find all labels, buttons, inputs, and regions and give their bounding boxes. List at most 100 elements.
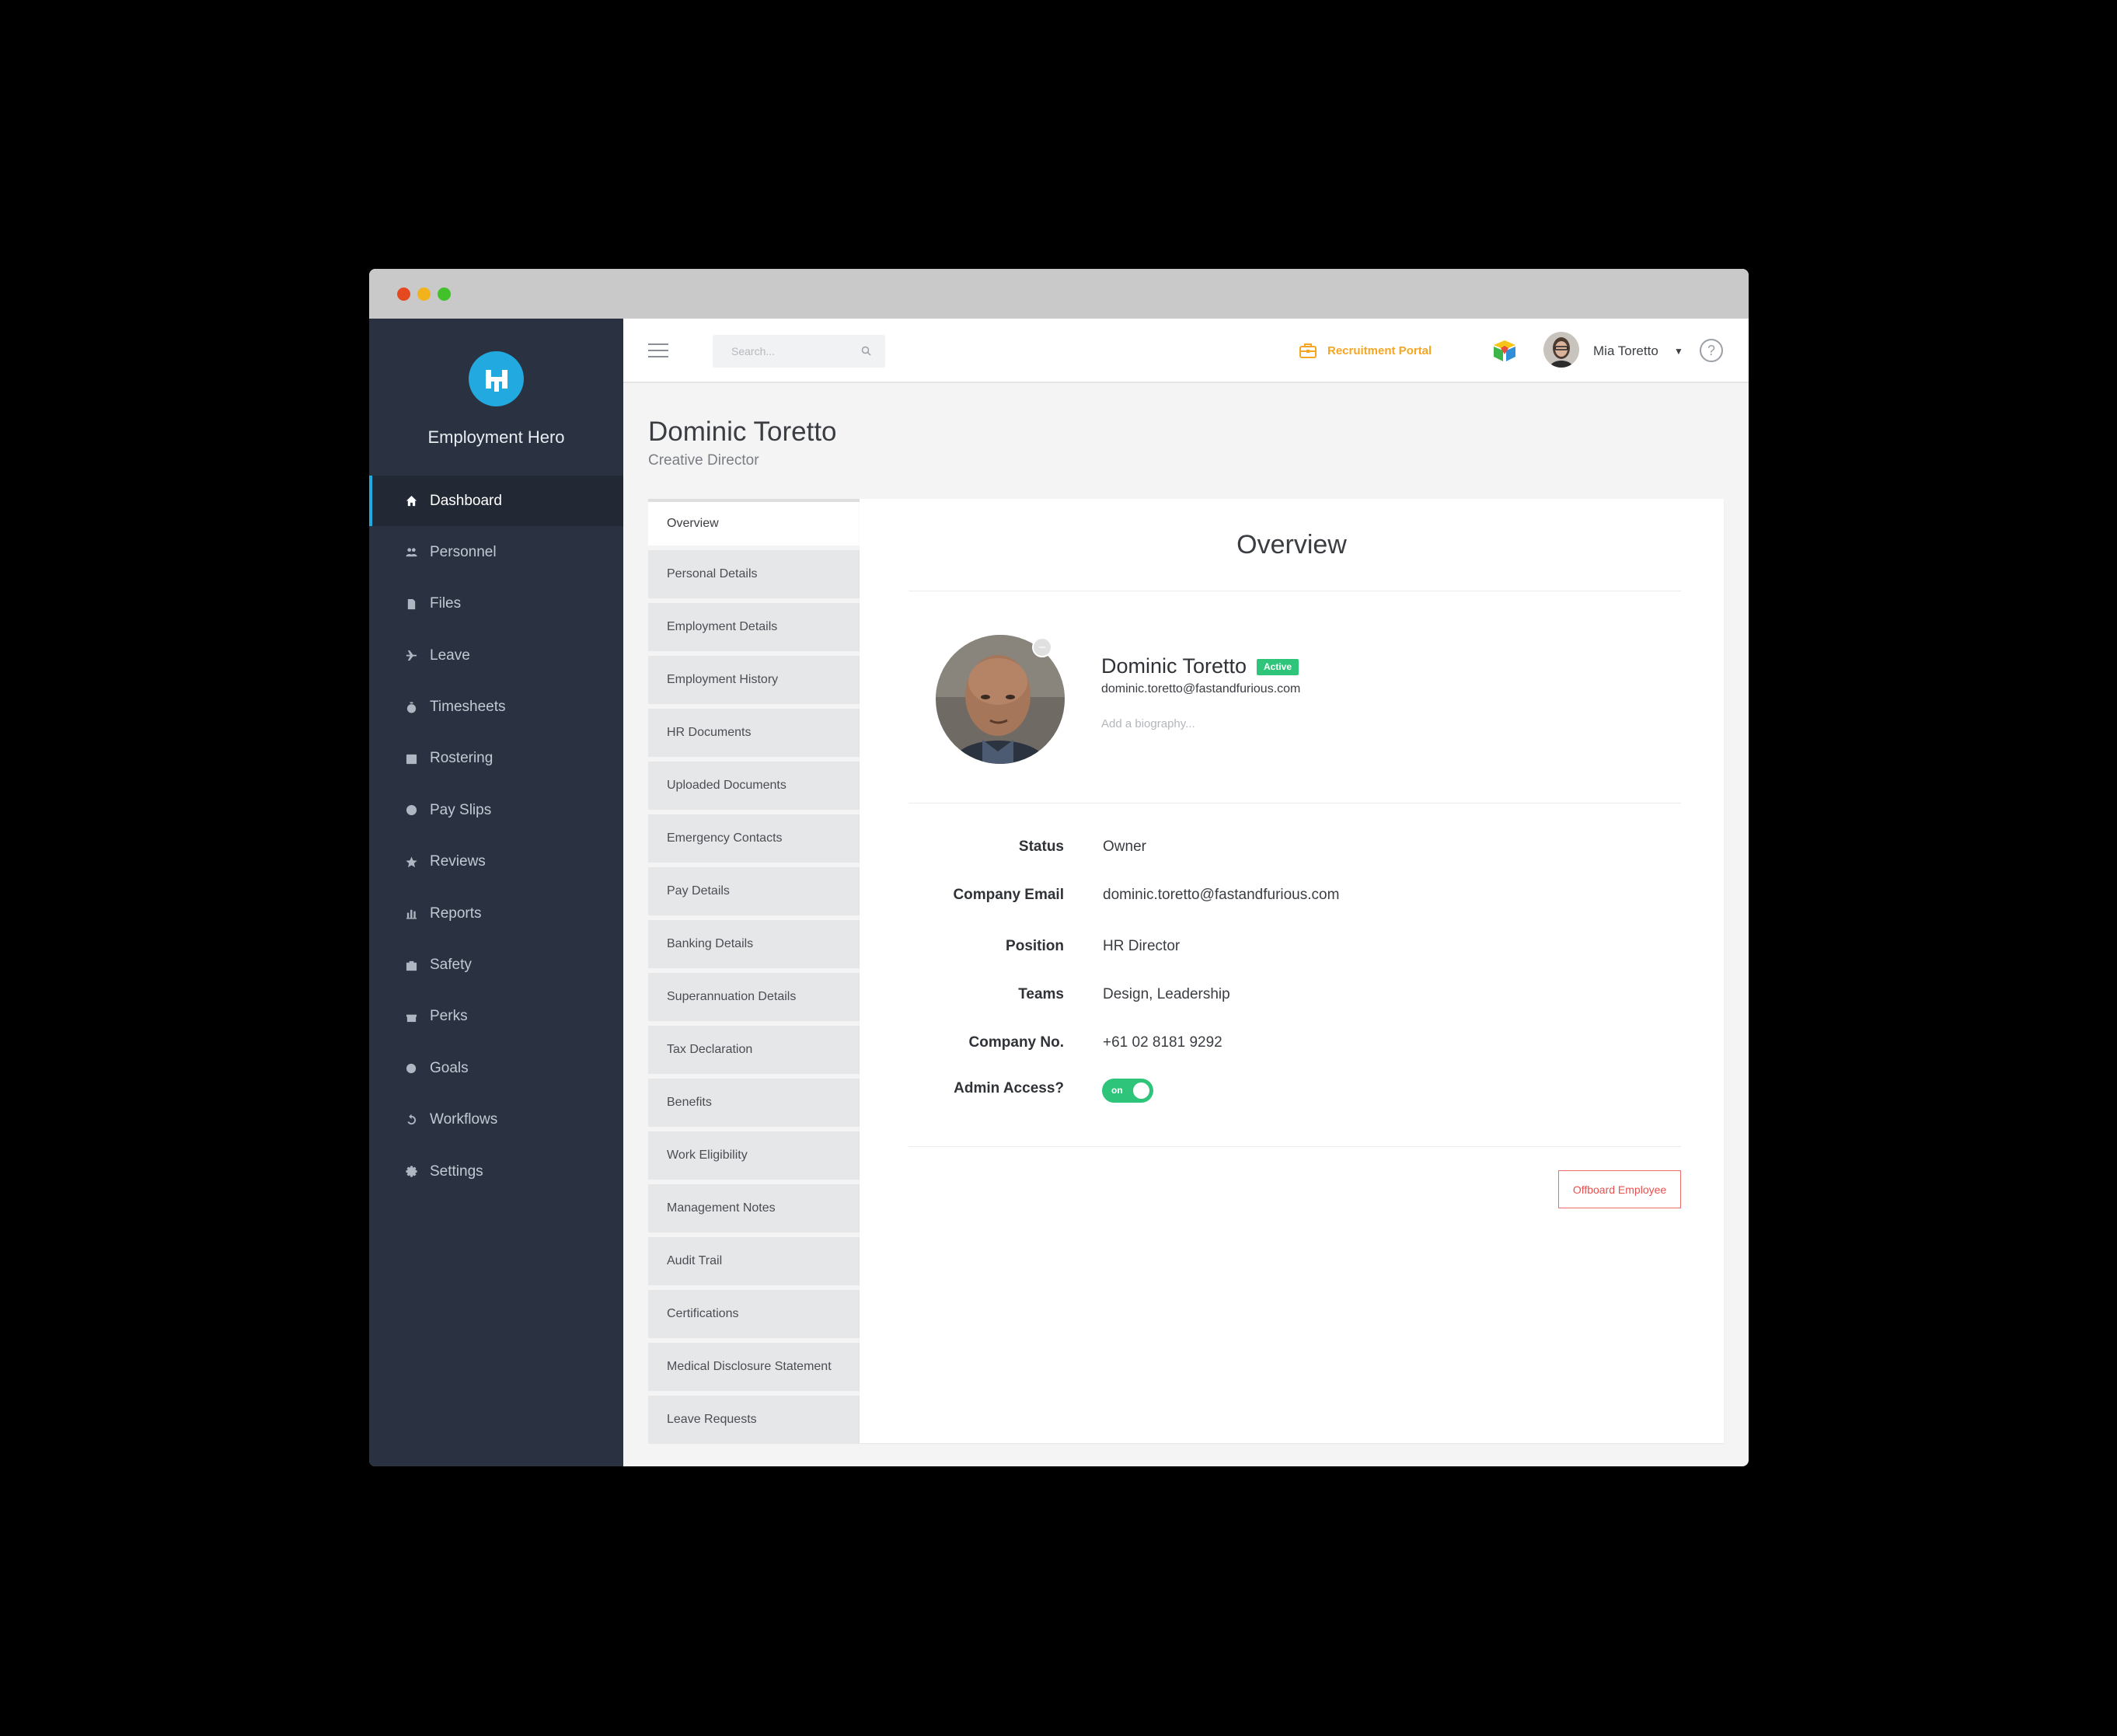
sidebar-item-label: Leave <box>430 647 470 664</box>
tab-pay-details[interactable]: Pay Details <box>648 867 860 915</box>
sidebar-item-goals[interactable]: Goals <box>369 1043 623 1093</box>
window-titlebar <box>369 269 1749 319</box>
sidebar-item-label: Rostering <box>430 750 494 767</box>
sidebar-item-label: Perks <box>430 1008 468 1025</box>
overview-heading: Overview <box>1236 530 1347 559</box>
target-icon <box>403 1061 419 1076</box>
minimize-window-button[interactable] <box>417 288 431 301</box>
profile-tabs: Overview Personal Details Employment Det… <box>648 499 860 1448</box>
sidebar-item-files[interactable]: Files <box>369 579 623 629</box>
people-icon <box>403 545 419 560</box>
overview-card: Overview – Dominic Toretto Active domini… <box>860 499 1724 1443</box>
divider <box>909 1146 1681 1147</box>
search-input[interactable] <box>713 335 860 368</box>
page-subtitle: Creative Director <box>648 452 759 469</box>
briefcase-icon <box>1299 343 1317 358</box>
toggle-knob <box>1133 1082 1149 1099</box>
sidebar-item-label: Reports <box>430 905 482 922</box>
sidebar-item-settings[interactable]: Settings <box>369 1146 623 1197</box>
sidebar-nav: Dashboard Personnel Files Leave Timeshee… <box>369 476 623 1197</box>
tab-uploaded-documents[interactable]: Uploaded Documents <box>648 762 860 810</box>
tab-leave-requests[interactable]: Leave Requests <box>648 1396 860 1444</box>
brand-name: Employment Hero <box>427 427 565 447</box>
toggle-state-label: on <box>1111 1085 1123 1096</box>
search-icon[interactable] <box>861 346 871 356</box>
close-window-button[interactable] <box>397 288 410 301</box>
top-bar: Recruitment Portal Mia Toretto ▼ ? <box>623 319 1749 383</box>
sidebar-item-label: Goals <box>430 1059 469 1076</box>
sidebar-item-personnel[interactable]: Personnel <box>369 527 623 577</box>
dollar-icon <box>403 803 419 818</box>
status-badge: Active <box>1257 659 1299 675</box>
sidebar-item-timesheets[interactable]: Timesheets <box>369 682 623 733</box>
menu-icon[interactable] <box>648 343 668 357</box>
teams-label: Teams <box>1018 986 1064 1002</box>
stopwatch-icon <box>403 699 419 715</box>
admin-access-toggle[interactable]: on <box>1102 1079 1153 1103</box>
tab-overview[interactable]: Overview <box>648 499 860 546</box>
star-icon <box>403 854 419 870</box>
gift-icon <box>403 1009 419 1024</box>
apps-logo-icon[interactable] <box>1491 339 1519 364</box>
profile-name: Dominic Toretto <box>1101 654 1247 678</box>
chevron-down-icon[interactable]: ▼ <box>1674 346 1683 357</box>
sidebar-item-label: Timesheets <box>430 699 506 716</box>
page-title: Dominic Toretto <box>648 417 837 447</box>
company-email-label: Company Email <box>953 887 1064 903</box>
home-icon <box>403 493 419 509</box>
user-avatar[interactable] <box>1543 332 1579 368</box>
sidebar-item-label: Pay Slips <box>430 801 492 818</box>
sidebar-item-workflows[interactable]: Workflows <box>369 1095 623 1145</box>
sidebar-item-pay-slips[interactable]: Pay Slips <box>369 785 623 835</box>
tab-audit-trail[interactable]: Audit Trail <box>648 1237 860 1285</box>
edit-photo-icon[interactable]: – <box>1032 637 1052 657</box>
company-number-label: Company No. <box>968 1034 1064 1051</box>
position-value: HR Director <box>1103 938 1181 954</box>
tab-banking-details[interactable]: Banking Details <box>648 920 860 968</box>
sidebar-item-reports[interactable]: Reports <box>369 888 623 939</box>
sidebar-item-perks[interactable]: Perks <box>369 992 623 1042</box>
sidebar-item-reviews[interactable]: Reviews <box>369 837 623 887</box>
sidebar-item-rostering[interactable]: Rostering <box>369 734 623 784</box>
tab-personal-details[interactable]: Personal Details <box>648 550 860 598</box>
tab-emergency-contacts[interactable]: Emergency Contacts <box>648 814 860 863</box>
offboard-employee-button[interactable]: Offboard Employee <box>1558 1170 1681 1208</box>
sidebar-item-dashboard[interactable]: Dashboard <box>369 476 623 526</box>
brand-logo-icon[interactable] <box>469 351 524 406</box>
tab-benefits[interactable]: Benefits <box>648 1079 860 1127</box>
bar-chart-icon <box>403 906 419 922</box>
status-label: Status <box>1018 838 1064 855</box>
biography-input[interactable]: Add a biography... <box>1101 717 1195 730</box>
refresh-icon <box>403 1112 419 1128</box>
maximize-window-button[interactable] <box>438 288 451 301</box>
sidebar-item-label: Reviews <box>430 853 486 870</box>
tab-management-notes[interactable]: Management Notes <box>648 1184 860 1232</box>
company-email-value: dominic.toretto@fastandfurious.com <box>1103 887 1340 903</box>
sidebar-item-label: Dashboard <box>430 492 502 509</box>
tab-work-eligibility[interactable]: Work Eligibility <box>648 1131 860 1180</box>
sidebar-item-label: Settings <box>430 1163 483 1180</box>
recruitment-portal-link[interactable]: Recruitment Portal <box>1299 340 1432 361</box>
tab-hr-documents[interactable]: HR Documents <box>648 709 860 757</box>
tab-medical-disclosure-statement[interactable]: Medical Disclosure Statement <box>648 1343 860 1391</box>
sidebar-item-label: Safety <box>430 957 472 974</box>
sidebar-item-safety[interactable]: Safety <box>369 940 623 991</box>
sidebar-item-label: Files <box>430 595 462 612</box>
sidebar-item-leave[interactable]: Leave <box>369 630 623 681</box>
help-icon[interactable]: ? <box>1700 339 1723 362</box>
tab-tax-declaration[interactable]: Tax Declaration <box>648 1026 860 1074</box>
tab-certifications[interactable]: Certifications <box>648 1290 860 1338</box>
sidebar: Employment Hero Dashboard Personnel File… <box>369 319 623 1466</box>
tab-employment-details[interactable]: Employment Details <box>648 603 860 651</box>
profile-email: dominic.toretto@fastandfurious.com <box>1101 682 1301 695</box>
user-name[interactable]: Mia Toretto <box>1593 343 1658 359</box>
tab-employment-history[interactable]: Employment History <box>648 656 860 704</box>
tab-superannuation-details[interactable]: Superannuation Details <box>648 973 860 1021</box>
calendar-icon <box>403 751 419 766</box>
position-label: Position <box>1006 938 1064 954</box>
plane-icon <box>403 648 419 664</box>
company-number-value: +61 02 8181 9292 <box>1103 1034 1222 1051</box>
teams-value: Design, Leadership <box>1103 986 1230 1002</box>
search-box <box>713 335 885 368</box>
browser-window: Employment Hero Dashboard Personnel File… <box>369 269 1749 1466</box>
